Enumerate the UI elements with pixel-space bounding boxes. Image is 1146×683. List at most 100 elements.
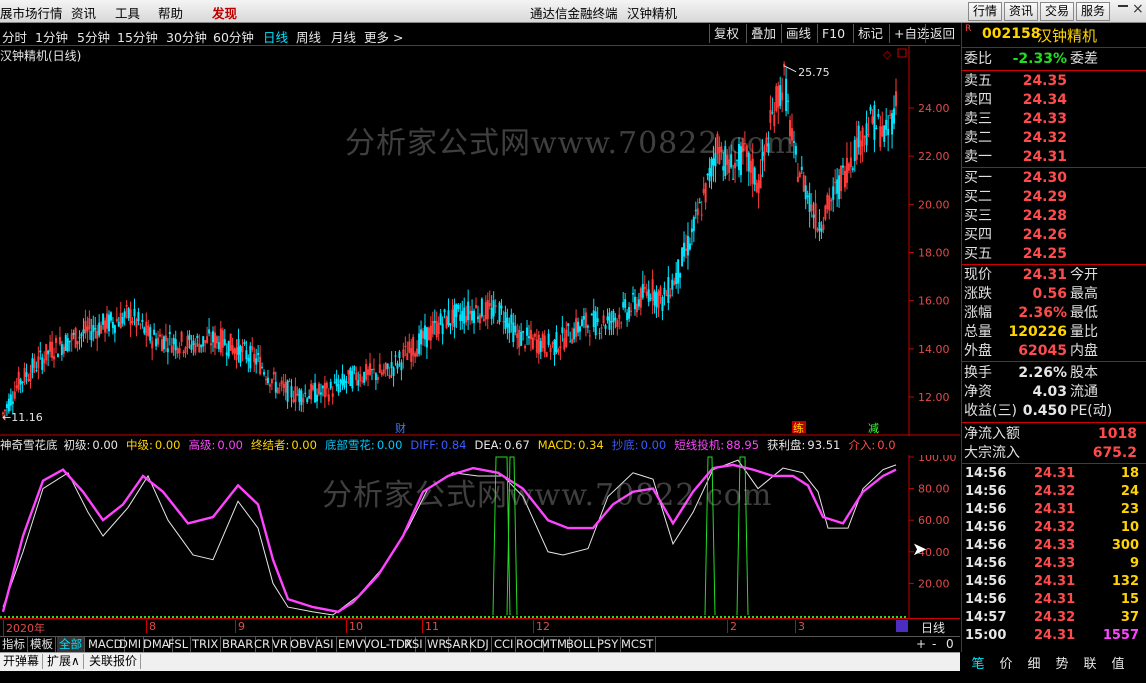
quote-row-2-label2: 最低 [1070, 305, 1098, 321]
candle-body [573, 328, 576, 340]
indicator-tab-12[interactable]: ASI [313, 637, 337, 652]
candle-body [620, 322, 623, 324]
toolbar-6[interactable]: 返回 [925, 24, 959, 43]
kline-chart[interactable]: 24.00 22.00 20.00 18.00 16.00 14.00 12.00 25.75… [0, 46, 960, 436]
candle-body [651, 279, 654, 301]
candle-body [771, 112, 774, 114]
menu-market[interactable]: 展市场行情 [0, 3, 63, 22]
event-marker-1[interactable]: 练 [793, 421, 804, 435]
tick-price: 24.31 [1034, 574, 1076, 589]
candle-body [818, 222, 821, 231]
indicator-tab-22[interactable]: BOLL [564, 637, 599, 652]
candle-body [437, 323, 440, 335]
period-7[interactable]: 周线 [296, 27, 321, 46]
candle-body [282, 383, 285, 388]
candle-body [720, 146, 723, 153]
indicator-tab-18[interactable]: KDJ [467, 637, 492, 652]
candle-body [261, 366, 264, 368]
candle-body [804, 185, 807, 200]
panel-tab-1[interactable]: 价 [991, 653, 1021, 672]
candle-body [58, 336, 61, 345]
candle-body [204, 340, 207, 343]
sell-row-1-value: 24.34 [1022, 92, 1067, 108]
danmu-button[interactable]: 开弹幕 [0, 654, 44, 669]
candle-body [506, 317, 509, 328]
period-5[interactable]: 60分钟 [213, 27, 254, 46]
indicator-tab-7[interactable]: TRIX [190, 637, 222, 652]
zoom-out-button[interactable]: - [932, 637, 936, 651]
candle-body [198, 343, 201, 353]
event-marker-0[interactable]: 财 [395, 421, 406, 435]
menu-discover[interactable]: 发现 [212, 3, 237, 22]
candle-body [153, 329, 156, 335]
candle-body [598, 332, 601, 334]
indicator-tab-15[interactable]: RSI [402, 637, 426, 652]
btn-service[interactable]: 服务 [1076, 2, 1111, 21]
buy-row-2-value: 24.28 [1022, 208, 1067, 224]
menu-tools[interactable]: 工具 [115, 3, 140, 22]
candle-body [206, 336, 209, 343]
diamond-icon[interactable]: ◇ [883, 48, 892, 61]
indicator-tab-2[interactable]: 全部 [57, 637, 85, 652]
indicator-tab-0[interactable]: 指标 [0, 637, 28, 652]
candle-body [367, 369, 370, 375]
period-1[interactable]: 1分钟 [35, 27, 68, 46]
candle-body [537, 334, 540, 355]
period-4[interactable]: 30分钟 [166, 27, 207, 46]
period-2[interactable]: 5分钟 [77, 27, 110, 46]
sell-row-0: 卖五 24.35 [962, 72, 1146, 90]
period-8[interactable]: 月线 [331, 27, 356, 46]
period-6[interactable]: 日线 [263, 27, 288, 46]
toolbar-0[interactable]: 复权 [709, 24, 743, 43]
btn-trade[interactable]: 交易 [1040, 2, 1075, 21]
candle-body [316, 394, 319, 402]
scroll-thumb[interactable] [896, 620, 908, 632]
period-9[interactable]: 更多 > [364, 27, 403, 46]
tick-time: 15:00 [965, 628, 1007, 643]
toolbar-3[interactable]: F10 [817, 24, 849, 43]
period-0[interactable]: 分时 [2, 27, 27, 46]
toolbar-4[interactable]: 标记 [853, 24, 887, 43]
period-toolbar: 分时 1分钟 5分钟 15分钟 30分钟 60分钟 日线 周线 月线 更多 > 复权 叠加 画线 F10 标… [0, 23, 960, 46]
panel-tab-4[interactable]: 联 [1075, 653, 1105, 672]
candle-body [184, 347, 187, 353]
menu-help[interactable]: 帮助 [158, 3, 183, 22]
candle-body [796, 176, 799, 182]
candle-body [388, 374, 391, 378]
indicator-tab-6[interactable]: FSL [166, 637, 192, 652]
tick-row: 14:57 24.32 37 [962, 609, 1146, 627]
zoom-in-button[interactable]: + [916, 637, 926, 651]
indicator-chart[interactable]: 100.0080.0060.0040.0020.00➤ [0, 455, 960, 635]
menu-news[interactable]: 资讯 [71, 3, 96, 22]
btn-info[interactable]: 资讯 [1004, 2, 1039, 21]
indicator-tab-8[interactable]: BRAR [220, 637, 257, 652]
panel-tab-2[interactable]: 细 [1019, 653, 1049, 672]
close-icon[interactable]: × [1132, 1, 1144, 17]
indicator-tab-23[interactable]: PSY [595, 637, 622, 652]
candle-body [113, 325, 116, 333]
toolbar-2[interactable]: 画线 [781, 24, 815, 43]
candle-body [288, 381, 291, 383]
candle-body [512, 322, 515, 343]
candle-body [773, 114, 776, 127]
candle-body [749, 160, 752, 173]
expand-button[interactable]: 扩展∧ [44, 654, 84, 669]
candle-body [857, 125, 860, 148]
fund-row-2-label: 收益(三) [964, 403, 1017, 419]
period-3[interactable]: 15分钟 [117, 27, 158, 46]
event-marker-2[interactable]: 减 [868, 422, 879, 435]
btn-quote[interactable]: 行情 [968, 2, 1003, 21]
indicator-tab-24[interactable]: MCST [619, 637, 657, 652]
panel-tab-3[interactable]: 势 [1047, 653, 1077, 672]
fund-row-1: 净资 4.03 流通 [962, 383, 1146, 401]
candle-body [743, 143, 746, 145]
toolbar-1[interactable]: 叠加 [746, 24, 780, 43]
indicator-tab-19[interactable]: CCI [492, 637, 517, 652]
panel-tab-5[interactable]: 值 [1103, 653, 1133, 672]
zoom-reset-button[interactable]: 0 [946, 637, 954, 651]
minimize-icon[interactable] [1118, 5, 1128, 7]
candle-body [64, 334, 67, 351]
related-quote-button[interactable]: 关联报价 [86, 654, 142, 669]
panel-tab-0[interactable]: 笔 [963, 653, 993, 672]
indicator-tab-1[interactable]: 模板 [28, 637, 56, 652]
